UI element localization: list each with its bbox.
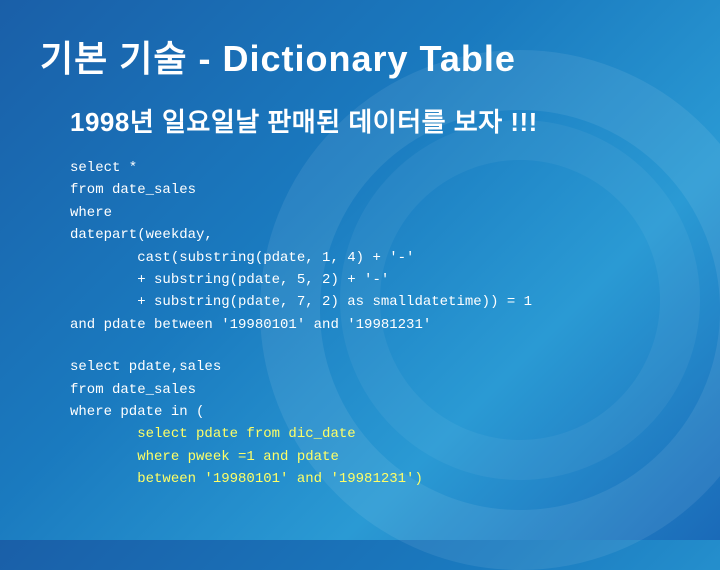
code-line-2: from date_sales [70,182,196,198]
page-title: 기본 기술 - Dictionary Table [40,30,680,82]
code-line-7: + substring(pdate, 7, 2) as smalldatetim… [70,294,532,310]
code-line-3: where [70,205,112,221]
code2-line-3: where pdate in ( [70,404,204,420]
code2-line-1: select pdate,sales [70,359,221,375]
code-line-1: select * [70,160,137,176]
code-block-2: select pdate,sales from date_sales where… [70,356,680,490]
code2-line-5: where pweek =1 and pdate [70,449,339,465]
main-container: 기본 기술 - Dictionary Table 1998년 일요일날 판매된 … [0,0,720,520]
code-line-4: datepart(weekday, [70,227,213,243]
code-line-8: and pdate between '19980101' and '199812… [70,317,431,333]
code-line-6: + substring(pdate, 5, 2) + '-' [70,272,389,288]
code2-line-6: between '19980101' and '19981231') [70,471,423,487]
code-line-5: cast(substring(pdate, 1, 4) + '-' [70,250,414,266]
code-block-1: select * from date_sales where datepart(… [70,157,680,336]
subtitle: 1998년 일요일날 판매된 데이터를 보자 !!! [70,102,680,139]
code2-line-4: select pdate from dic_date [70,426,356,442]
code2-line-2: from date_sales [70,382,196,398]
